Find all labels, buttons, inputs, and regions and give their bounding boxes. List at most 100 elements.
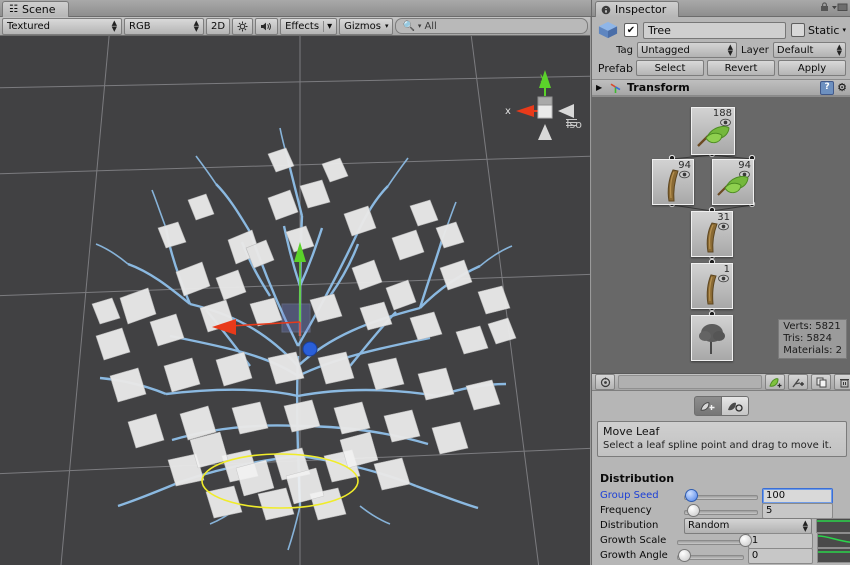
- updown-icon: ▲▼: [837, 44, 842, 56]
- property-label: Frequency: [600, 505, 680, 516]
- node-tree-root[interactable]: [691, 315, 733, 361]
- updown-icon: ▲▼: [112, 20, 117, 32]
- tab-scene[interactable]: ☷ Scene: [2, 1, 69, 17]
- search-value: All: [424, 21, 436, 32]
- growth-scale-slider[interactable]: [677, 535, 744, 547]
- render-mode-dropdown[interactable]: RGB ▲▼: [124, 18, 204, 35]
- node-leaf-right[interactable]: 94: [712, 159, 754, 205]
- lock-icon[interactable]: [820, 2, 829, 12]
- inspector-tools: [820, 2, 848, 12]
- slider-knob[interactable]: [685, 489, 698, 502]
- frequency-input[interactable]: 5: [762, 503, 833, 519]
- toggle-2d[interactable]: 2D: [206, 18, 230, 35]
- prefab-revert-button[interactable]: Revert: [707, 60, 775, 76]
- leaf-thumbnail: [692, 118, 734, 152]
- search-input[interactable]: 🔍 ▾ All: [395, 18, 588, 34]
- component-header-transform[interactable]: ▶ Transform ? ⚙: [592, 79, 850, 96]
- frequency-slider[interactable]: [684, 505, 758, 517]
- layer-value: Default: [777, 45, 814, 56]
- distribution-title: Distribution: [600, 472, 850, 485]
- add-leaf-icon: [769, 377, 782, 388]
- node-branch-left[interactable]: 94: [652, 159, 694, 205]
- tree-node-canvas[interactable]: 188 94: [592, 97, 850, 374]
- delete-button[interactable]: [834, 374, 850, 390]
- property-label: Growth Angle: [600, 550, 673, 561]
- search-icon: 🔍: [402, 21, 414, 32]
- tree-editor-toolbar: [592, 374, 850, 391]
- draw-mode-label: Textured: [7, 21, 50, 32]
- chevron-down-icon[interactable]: ▾: [842, 26, 846, 34]
- prefab-apply-button[interactable]: Apply: [778, 60, 846, 76]
- grid-icon: ☷: [9, 4, 18, 15]
- group-seed-input[interactable]: 100: [762, 488, 833, 504]
- panel-menu-icon[interactable]: [832, 2, 848, 12]
- slider-knob[interactable]: [678, 549, 691, 562]
- tool-info-title: Move Leaf: [603, 425, 841, 438]
- add-leaf-button[interactable]: [765, 374, 785, 390]
- branch-thumbnail: [692, 273, 732, 305]
- updown-icon: ▲▼: [803, 520, 808, 532]
- distribution-dropdown[interactable]: Random ▲▼: [684, 518, 812, 534]
- layer-label: Layer: [741, 45, 769, 56]
- tab-inspector-label: Inspector: [615, 3, 666, 16]
- property-label: Distribution: [600, 520, 680, 531]
- property-row-distribution: Distribution Random ▲▼: [600, 518, 850, 533]
- tab-inspector[interactable]: Inspector: [595, 1, 679, 17]
- growth-scale-curve[interactable]: [817, 533, 850, 548]
- leaf-rotate-icon: [727, 400, 743, 413]
- tab-scene-label: Scene: [22, 3, 56, 16]
- move-leaf-mode-button[interactable]: [694, 396, 722, 416]
- tag-dropdown[interactable]: Untagged ▲▼: [637, 42, 737, 58]
- object-header-row: ✔ Tree Static ▾: [592, 17, 850, 42]
- object-name-input[interactable]: Tree: [643, 22, 786, 39]
- chevron-down-icon: ▾: [323, 21, 332, 32]
- projection-label-group[interactable]: Iso: [566, 118, 582, 131]
- duplicate-icon: [816, 377, 827, 388]
- prefab-select-button[interactable]: Select: [636, 60, 704, 76]
- object-enabled-checkbox[interactable]: ✔: [624, 23, 638, 37]
- layer-dropdown[interactable]: Default ▲▼: [773, 42, 846, 58]
- chevron-right-icon[interactable]: ▶: [596, 83, 604, 92]
- scene-toolbar: Textured ▲▼ RGB ▲▼ 2D Effects ▾ Gi: [0, 17, 590, 36]
- component-name: Transform: [627, 81, 690, 94]
- speaker-icon: [260, 21, 273, 32]
- growth-angle-slider[interactable]: [677, 550, 744, 562]
- growth-angle-input[interactable]: 0: [748, 548, 813, 564]
- delete-icon: [839, 377, 850, 388]
- tag-label: Tag: [597, 45, 633, 56]
- toggle-2d-label: 2D: [211, 21, 225, 32]
- recalculate-icon-button[interactable]: [595, 374, 615, 390]
- group-seed-slider[interactable]: [684, 490, 758, 502]
- node-leaf-root[interactable]: 188: [691, 107, 735, 155]
- property-row-growth-angle: Growth Angle 0: [600, 548, 850, 563]
- slider-knob[interactable]: [739, 534, 752, 547]
- help-icon[interactable]: ?: [820, 81, 834, 95]
- chevron-down-icon: ▾: [418, 22, 422, 30]
- chevron-down-icon: ▾: [385, 22, 389, 30]
- property-row-group-seed: Group Seed 100: [600, 488, 850, 503]
- duplicate-button[interactable]: [811, 374, 831, 390]
- node-branch-low[interactable]: 1: [691, 263, 733, 309]
- growth-angle-curve[interactable]: [817, 548, 850, 563]
- stats-tris: Tris: 5824: [783, 333, 842, 345]
- inspector-panel: Inspector ✔: [591, 0, 850, 565]
- gizmos-dropdown[interactable]: Gizmos ▾: [339, 18, 393, 35]
- property-row-growth-scale: Growth Scale 1: [600, 533, 850, 548]
- effects-dropdown[interactable]: Effects ▾: [280, 18, 337, 35]
- leaf-thumbnail: [713, 169, 753, 201]
- audio-toggle[interactable]: [255, 18, 278, 35]
- sun-icon: [237, 21, 248, 32]
- distribution-curve[interactable]: [816, 518, 850, 533]
- static-checkbox[interactable]: [791, 23, 805, 37]
- lighting-toggle[interactable]: [232, 18, 253, 35]
- scene-viewport[interactable]: y x Iso: [0, 36, 590, 565]
- slider-knob[interactable]: [687, 504, 700, 517]
- inspector-tabbar: Inspector: [592, 0, 850, 17]
- node-branch-mid[interactable]: 31: [691, 211, 733, 257]
- growth-scale-input[interactable]: 1: [748, 533, 813, 549]
- add-branch-button[interactable]: [788, 374, 808, 390]
- draw-mode-dropdown[interactable]: Textured ▲▼: [2, 18, 122, 35]
- gear-icon[interactable]: ⚙: [837, 81, 847, 94]
- tag-layer-row: Tag Untagged ▲▼ Layer Default ▲▼: [592, 42, 850, 60]
- rotate-leaf-mode-button[interactable]: [722, 396, 749, 416]
